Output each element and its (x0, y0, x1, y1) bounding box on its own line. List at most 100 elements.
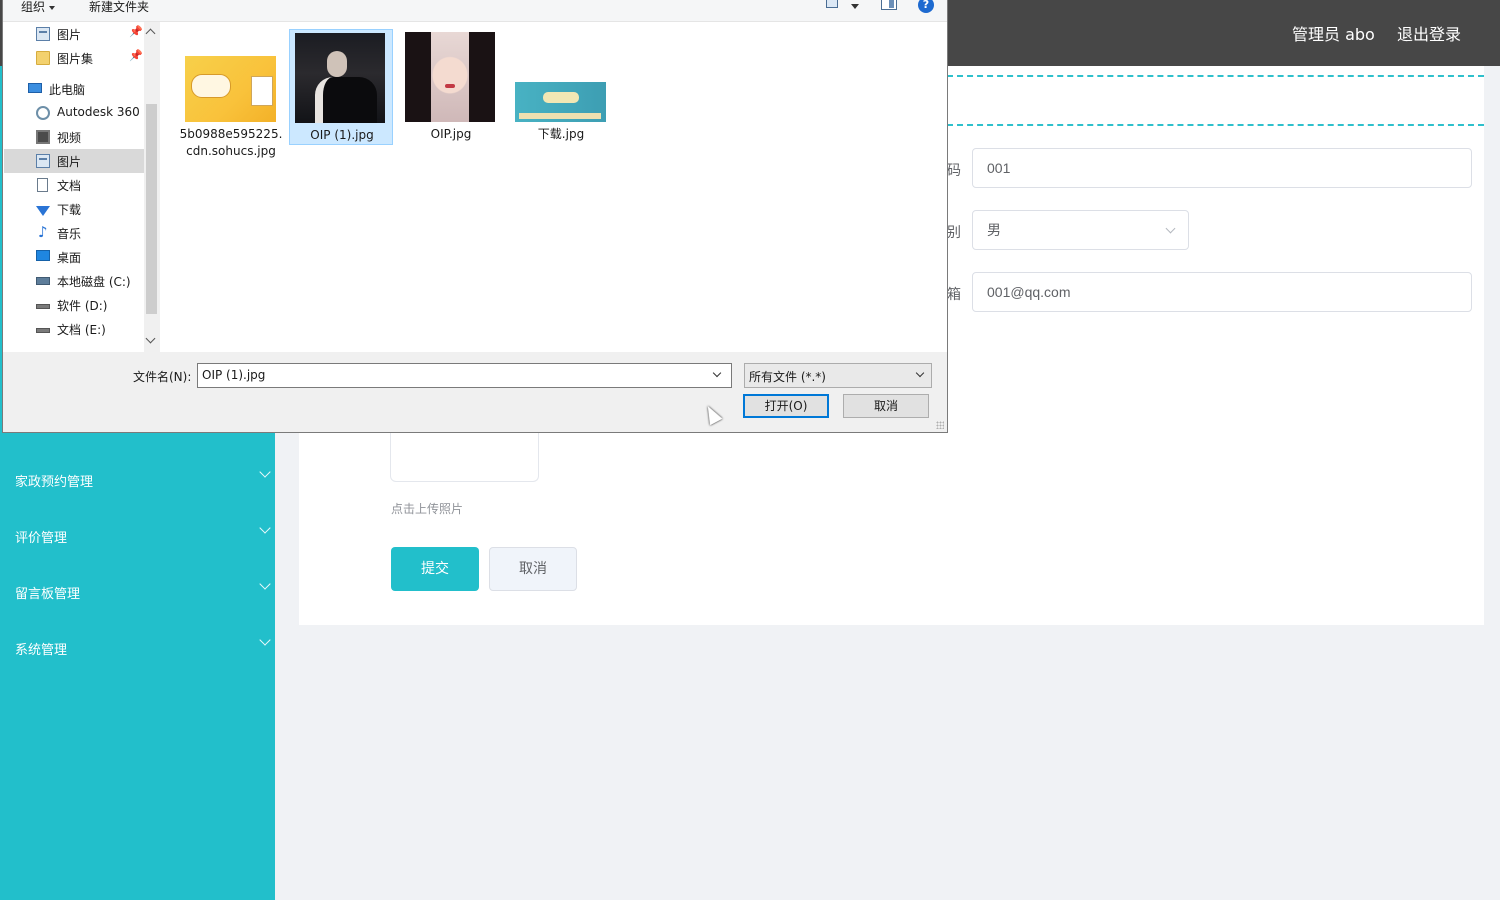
nav-item-label: 图片 (57, 28, 82, 42)
chevron-down-icon (915, 368, 925, 378)
dialog-toolbar: 组织 新建文件夹 ? (3, 0, 947, 22)
nav-item-label: 视频 (57, 131, 82, 145)
dialog-cancel-button[interactable]: 取消 (843, 394, 929, 418)
admin-user-label: 管理员 abo (1292, 25, 1375, 44)
scroll-down-icon[interactable] (145, 333, 156, 344)
image-thumbnail (515, 82, 606, 122)
caret-down-icon (49, 5, 56, 10)
computer-icon (28, 83, 42, 93)
music-icon: ♪ (38, 223, 48, 241)
new-folder-button[interactable]: 新建文件夹 (89, 0, 149, 15)
sidebar-item-booking-management[interactable]: 家政预约管理 (0, 452, 275, 508)
nav-item-label: 本地磁盘 (C:) (57, 275, 131, 289)
nav-item-music[interactable]: ♪ 音乐 (4, 221, 144, 245)
nav-item-label: 图片 (57, 155, 82, 169)
chevron-down-icon (259, 466, 271, 478)
file-open-dialog: 组织 新建文件夹 ? 图片 📌 图片集 📌 此电脑 Autodesk 360 视… (2, 0, 948, 433)
filename-input[interactable]: OIP (1).jpg (197, 363, 732, 388)
file-name: OIP.jpg (430, 127, 472, 141)
image-thumbnail (185, 56, 276, 122)
picture-icon (36, 27, 50, 41)
nav-item-videos[interactable]: 视频 (4, 125, 144, 149)
field-label-gender: 别 (947, 225, 961, 241)
drive-icon (36, 304, 50, 309)
nav-item-label: Autodesk 360 (57, 105, 140, 119)
gender-select[interactable]: 男 (972, 210, 1189, 250)
scrollbar-thumb[interactable] (146, 104, 157, 314)
organize-label: 组织 (21, 0, 46, 14)
file-name: 下载.jpg (537, 127, 585, 141)
view-mode-icon[interactable] (826, 0, 838, 8)
nav-item-this-pc[interactable]: 此电脑 (4, 77, 144, 101)
sidebar-item-system-management[interactable]: 系统管理 (0, 620, 275, 676)
open-button[interactable]: 打开(O) (743, 394, 829, 418)
code-input[interactable]: 001 (972, 148, 1472, 188)
nav-item-picture-sets[interactable]: 图片集 📌 (4, 46, 144, 70)
nav-item-drive-e[interactable]: 文档 (E:) (4, 317, 144, 341)
chevron-down-icon (259, 634, 271, 646)
file-item[interactable]: 下载.jpg (509, 29, 613, 145)
nav-item-downloads[interactable]: 下载 (4, 197, 144, 221)
video-icon (36, 130, 50, 144)
image-thumbnail (295, 33, 385, 123)
navigation-scrollbar[interactable] (144, 22, 159, 352)
nav-item-label: 下载 (57, 203, 82, 217)
file-item[interactable]: OIP.jpg (399, 29, 503, 145)
cloud-icon (36, 106, 50, 120)
nav-item-documents[interactable]: 文档 (4, 173, 144, 197)
submit-button[interactable]: 提交 (391, 547, 479, 591)
chevron-down-icon (259, 578, 271, 590)
sidebar-item-label: 评价管理 (15, 531, 68, 546)
file-name: OIP (1).jpg (310, 128, 374, 142)
nav-item-autodesk-360[interactable]: Autodesk 360 (4, 101, 144, 125)
sidebar-item-label: 系统管理 (15, 643, 68, 658)
organize-menu[interactable]: 组织 (21, 0, 56, 15)
cancel-button[interactable]: 取消 (489, 547, 577, 591)
caret-down-icon[interactable] (851, 4, 859, 9)
nav-item-drive-c[interactable]: 本地磁盘 (C:) (4, 269, 144, 293)
file-type-value: 所有文件 (*.*) (749, 370, 826, 384)
field-label-code: 码 (947, 163, 961, 179)
nav-item-label: 文档 (57, 179, 82, 193)
sidebar-item-message-board[interactable]: 留言板管理 (0, 564, 275, 620)
nav-item-pictures-quick[interactable]: 图片 📌 (4, 22, 144, 46)
folder-icon (36, 51, 50, 65)
nav-item-label: 文档 (E:) (57, 323, 106, 337)
nav-item-label: 图片集 (57, 52, 94, 66)
system-drive-icon (36, 277, 50, 285)
email-input[interactable]: 001@qq.com (972, 272, 1472, 312)
nav-item-pictures[interactable]: 图片 (4, 149, 144, 173)
preview-pane-icon[interactable] (881, 0, 897, 10)
nav-item-drive-d[interactable]: 软件 (D:) (4, 293, 144, 317)
picture-icon (36, 154, 50, 168)
pin-icon: 📌 (129, 49, 143, 62)
image-thumbnail (405, 32, 495, 122)
drive-icon (36, 328, 50, 333)
upload-tip: 点击上传照片 (391, 502, 464, 516)
pin-icon: 📌 (129, 25, 143, 38)
nav-item-label: 桌面 (57, 251, 82, 265)
logout-link[interactable]: 退出登录 (1397, 21, 1461, 45)
gender-select-value: 男 (987, 222, 1001, 238)
chevron-down-icon (1165, 223, 1176, 234)
file-item[interactable]: OIP (1).jpg (289, 29, 393, 145)
sidebar-item-review-management[interactable]: 评价管理 (0, 508, 275, 564)
help-icon[interactable]: ? (918, 0, 934, 13)
nav-item-label: 音乐 (57, 227, 82, 241)
scroll-up-icon[interactable] (145, 28, 156, 39)
resize-grip-icon[interactable] (936, 421, 944, 429)
sidebar-item-label: 家政预约管理 (15, 475, 94, 490)
field-label-email: 箱 (947, 287, 961, 303)
file-item[interactable]: 5b0988e595225.cdn.sohucs.jpg (179, 29, 283, 158)
nav-item-label: 此电脑 (49, 83, 86, 97)
document-icon (37, 178, 48, 192)
nav-item-label: 软件 (D:) (57, 299, 108, 313)
sidebar-item-label: 留言板管理 (15, 587, 81, 602)
chevron-down-icon (259, 522, 271, 534)
dashed-divider (947, 75, 1484, 77)
file-list: 5b0988e595225.cdn.sohucs.jpg OIP (1).jpg… (160, 22, 947, 352)
navigation-pane: 图片 📌 图片集 📌 此电脑 Autodesk 360 视频 图片 文档 下载 … (3, 22, 159, 352)
nav-item-desktop[interactable]: 桌面 (4, 245, 144, 269)
dashed-divider (947, 124, 1484, 126)
file-type-select[interactable]: 所有文件 (*.*) (744, 363, 932, 388)
